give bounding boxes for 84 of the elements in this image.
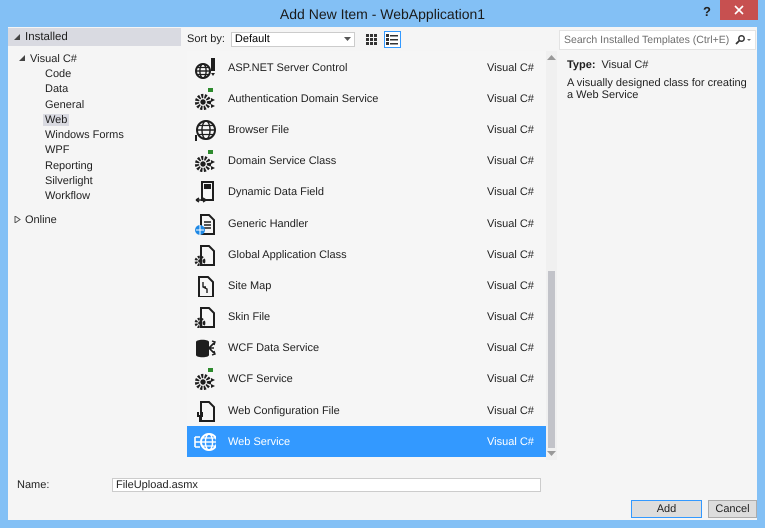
globe-icon <box>194 56 216 79</box>
tree-item[interactable]: General <box>43 98 86 111</box>
template-row[interactable]: WCF Data Service Visual C# <box>187 332 546 364</box>
tree-item[interactable]: Online <box>23 214 59 226</box>
template-name: ASP.NET Server Control <box>228 62 348 74</box>
template-language: Visual C# <box>487 186 535 198</box>
template-row[interactable]: WCF Service Visual C# <box>187 364 546 396</box>
template-name: Dynamic Data Field <box>228 186 325 198</box>
gear-icon <box>194 368 216 390</box>
sort-label: Sort by: <box>187 33 225 45</box>
grid-view-icon <box>366 34 377 44</box>
template-name: Generic Handler <box>228 218 310 230</box>
template-row[interactable]: Dynamic Data Field Visual C# <box>187 176 546 208</box>
template-row[interactable]: ASP.NET Server Control Visual C# <box>187 52 546 84</box>
gear-icon <box>194 150 216 172</box>
document-icon <box>194 212 216 235</box>
template-row[interactable]: Global Application Class Visual C# <box>187 239 546 270</box>
template-row[interactable]: Web Configuration File Visual C# <box>187 395 546 426</box>
tree-item[interactable]: Reporting <box>43 160 95 172</box>
window-title: Add New Item - WebApplication1 <box>280 6 486 22</box>
template-language: Visual C# <box>487 124 535 136</box>
tree-item[interactable]: Visual C# <box>28 52 79 65</box>
template-row[interactable]: Domain Service Class Visual C# <box>187 146 546 177</box>
help-button[interactable]: ? <box>699 2 715 21</box>
list-view-icon <box>386 34 398 44</box>
template-language: Visual C# <box>487 436 535 448</box>
close-button[interactable] <box>720 0 758 20</box>
tree-item[interactable]: Windows Forms <box>43 129 126 142</box>
template-name: Site Map <box>228 280 272 292</box>
sort-dropdown[interactable]: Default <box>230 32 355 46</box>
template-language: Visual C# <box>487 404 535 417</box>
template-language: Visual C# <box>487 248 535 261</box>
expanded-arrow-icon[interactable] <box>14 34 21 40</box>
template-row[interactable]: Skin File Visual C# <box>187 302 546 333</box>
tree-item[interactable]: Data <box>43 83 70 96</box>
web-service-icon <box>194 430 216 453</box>
tree-item[interactable]: Code <box>43 68 74 80</box>
view-button[interactable] <box>384 30 401 48</box>
type-label: Type: <box>567 59 596 71</box>
template-row[interactable]: Authentication Domain Service Visual C# <box>187 83 546 114</box>
document-icon <box>194 306 216 328</box>
template-name: Web Configuration File <box>228 404 341 417</box>
template-name: Browser File <box>228 124 290 136</box>
search-icon <box>735 35 751 45</box>
collapsed-arrow-icon[interactable] <box>14 216 21 224</box>
template-name: WCF Service <box>228 373 294 386</box>
tree-item[interactable]: Workflow <box>43 190 92 202</box>
search-field[interactable]: Search Installed Templates (Ctrl+E) <box>559 30 756 50</box>
dialog-button[interactable]: Add <box>631 500 702 518</box>
name-field[interactable]: FileUpload.asmx <box>112 478 541 492</box>
tree-item[interactable]: Web <box>43 114 70 126</box>
database-icon <box>194 337 216 360</box>
template-language: Visual C# <box>487 62 535 74</box>
tree-item[interactable]: WPF <box>43 144 72 156</box>
template-row[interactable]: Generic Handler Visual C# <box>187 208 546 240</box>
document-icon <box>194 400 216 422</box>
tree-item[interactable]: Silverlight <box>43 175 95 188</box>
template-name: Authentication Domain Service <box>228 92 380 105</box>
template-name: Web Service <box>228 436 292 448</box>
name-label: Name: <box>17 479 50 491</box>
template-name: Skin File <box>228 311 272 324</box>
close-icon <box>734 5 744 15</box>
gear-icon <box>194 88 216 110</box>
caret-icon <box>344 37 351 41</box>
tree-item[interactable]: Installed <box>23 31 70 43</box>
template-language: Visual C# <box>487 155 535 168</box>
template-language: Visual C# <box>487 280 535 292</box>
template-row[interactable]: Site Map Visual C# <box>187 270 546 302</box>
template-name: WCF Data Service <box>228 342 320 354</box>
dialog-button[interactable]: Cancel <box>708 500 757 518</box>
template-name: Domain Service Class <box>228 155 338 168</box>
template-name: Global Application Class <box>228 248 348 261</box>
template-row[interactable]: Browser File Visual C# <box>187 114 546 146</box>
template-language: Visual C# <box>487 218 535 230</box>
template-description: A visually designed class for creating a Web Service <box>567 77 748 101</box>
globe-icon <box>194 118 216 141</box>
template-language: Visual C# <box>487 342 535 354</box>
type-value: Visual C# <box>602 59 648 71</box>
template-language: Visual C# <box>487 311 535 324</box>
template-language: Visual C# <box>487 373 535 386</box>
template-language: Visual C# <box>487 92 535 105</box>
expanded-arrow-icon[interactable] <box>19 55 26 62</box>
document-icon <box>194 244 216 266</box>
field-icon <box>194 181 216 204</box>
